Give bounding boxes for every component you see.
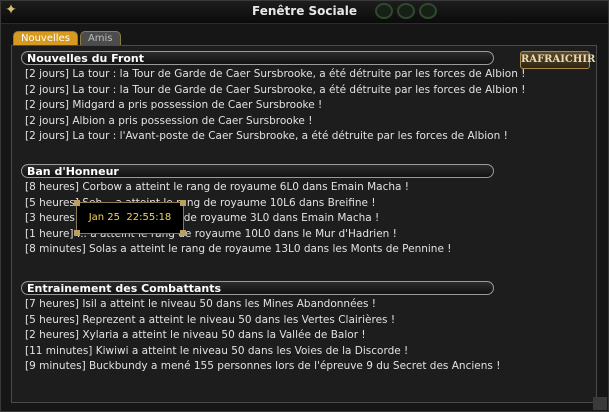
section-heading-front-news: Nouvelles du Front <box>21 51 494 65</box>
tooltip-date: Jan 25 <box>88 212 121 223</box>
section-heading-training: Entrainement des Combattants <box>21 281 494 295</box>
list-item: [2 jours] La tour : la Tour de Garde de … <box>25 68 526 80</box>
resize-grip-icon[interactable] <box>593 397 607 410</box>
tooltip-corner-icon <box>74 200 80 206</box>
decoration-icon <box>375 3 441 21</box>
refresh-button[interactable]: RAFRAICHIR <box>520 51 595 69</box>
training-list: [7 heures] Isil a atteint le niveau 50 d… <box>25 297 500 375</box>
list-item: [7 heures] Isil a atteint le niveau 50 d… <box>25 298 377 310</box>
list-item: [2 jours] La tour : la Tour de Garde de … <box>25 83 526 96</box>
front-news-list: [2 jours] La tour : la Tour de Garde de … <box>25 67 525 145</box>
window-title: Fenêtre Sociale <box>252 4 357 18</box>
tooltip-corner-icon <box>180 230 186 236</box>
list-item: [2 jours] Albion a pris possession de Ca… <box>25 114 313 127</box>
list-item: [2 jours] Midgard a pris possession de C… <box>25 99 323 111</box>
tooltip-time: 22:55:18 <box>126 212 172 223</box>
title-bar[interactable]: ✦ Fenêtre Sociale <box>1 1 608 24</box>
list-item: [8 minutes] Solas a atteint le rang de r… <box>25 243 452 255</box>
tooltip-corner-icon <box>74 230 80 236</box>
tab-amis[interactable]: Amis <box>79 31 121 45</box>
list-item: [2 heures] Xylaria a atteint le niveau 5… <box>25 329 366 341</box>
list-item: [5 heures] Reprezent a atteint le niveau… <box>25 313 396 326</box>
list-item: [2 jours] La tour : l'Avant-poste de Cae… <box>25 130 508 142</box>
social-window: ✦ Fenêtre Sociale Nouvelles Amis RAFRAIC… <box>0 0 609 412</box>
tooltip-corner-icon <box>180 200 186 206</box>
list-item: [8 heures] Corbow a atteint le rang de r… <box>25 181 409 193</box>
tab-nouvelles[interactable]: Nouvelles <box>13 31 78 45</box>
list-item: [9 minutes] Buckbundy a mené 155 personn… <box>25 360 501 372</box>
timestamp-tooltip: Jan 25 22:55:18 <box>74 200 186 236</box>
tab-bar: Nouvelles Amis <box>13 31 123 46</box>
section-heading-honor-roll: Ban d'Honneur <box>21 164 494 178</box>
list-item: [11 minutes] Kiwiwi a atteint le niveau … <box>25 344 409 357</box>
